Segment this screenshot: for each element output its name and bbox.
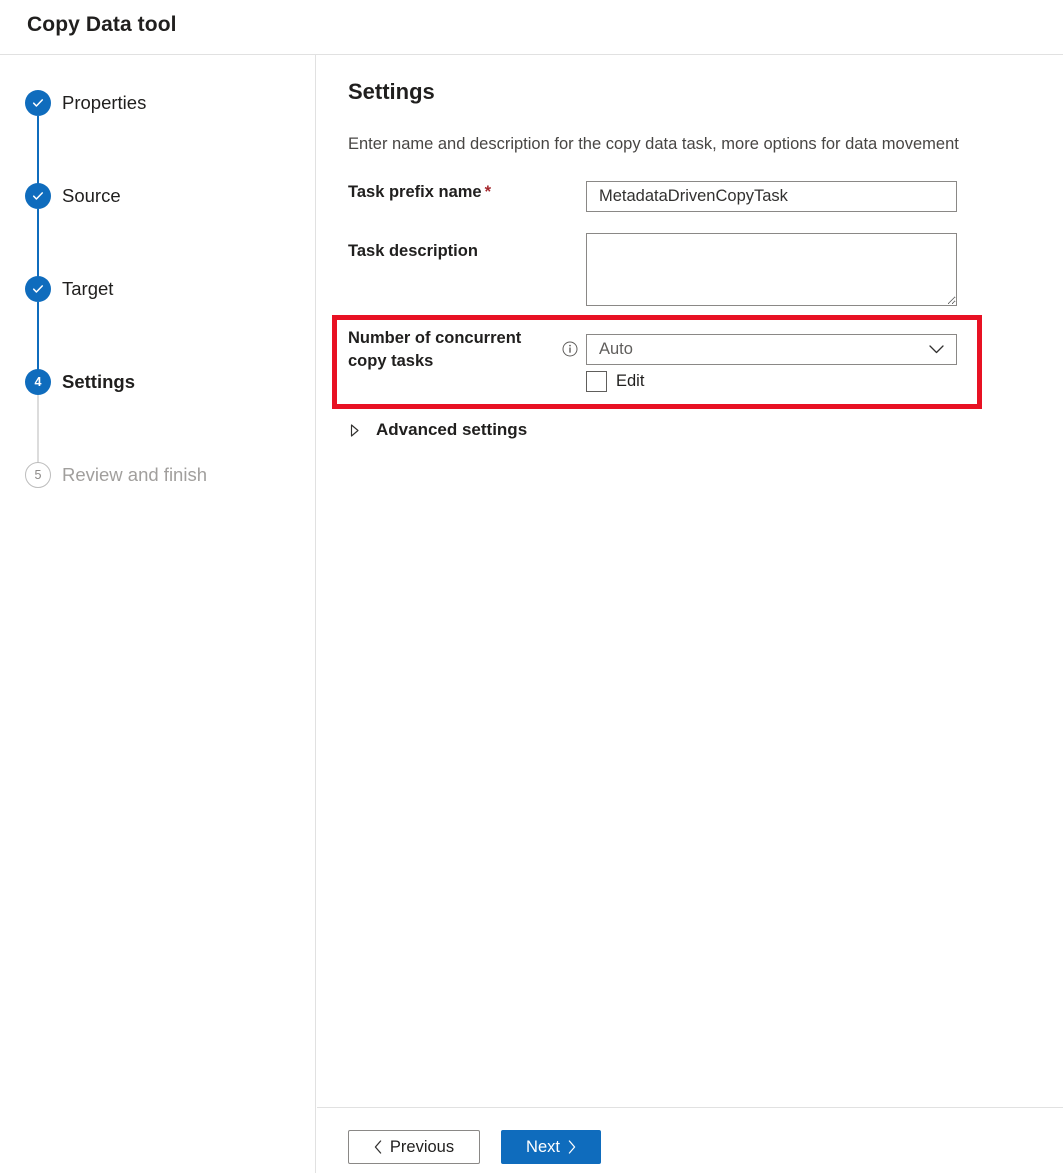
chevron-right-icon (568, 1140, 576, 1154)
next-button[interactable]: Next (501, 1130, 601, 1164)
task-description-textarea[interactable] (586, 233, 957, 306)
task-description-label-text: Task description (348, 242, 478, 260)
edit-checkbox-row[interactable]: Edit (586, 371, 644, 392)
step-number-badge: 4 (25, 369, 51, 395)
concurrent-copy-tasks-label: Number of concurrent copy tasks (348, 327, 568, 373)
edit-checkbox[interactable] (586, 371, 607, 392)
sidebar-step-label: Source (62, 185, 121, 207)
task-prefix-name-label: Task prefix name* (348, 181, 491, 204)
next-button-label: Next (526, 1138, 560, 1157)
previous-button-label: Previous (390, 1138, 454, 1157)
app-title: Copy Data tool (27, 13, 177, 37)
sidebar-step-label: Target (62, 278, 113, 300)
advanced-settings-label: Advanced settings (376, 420, 527, 440)
task-description-label: Task description (348, 240, 478, 263)
concurrent-copy-tasks-label-line2: copy tasks (348, 352, 433, 370)
concurrent-copy-tasks-dropdown[interactable]: Auto (586, 334, 957, 365)
info-icon[interactable] (562, 341, 578, 357)
sidebar-step-properties[interactable]: Properties (25, 89, 146, 117)
wizard-sidebar: Properties Source Target 4 Settings 5 Re… (0, 55, 316, 1173)
chevron-left-icon (374, 1140, 382, 1154)
triangle-right-icon (348, 424, 362, 437)
sidebar-step-label: Review and finish (62, 464, 207, 486)
chevron-down-icon (929, 345, 956, 354)
check-icon (25, 90, 51, 116)
advanced-settings-toggle[interactable]: Advanced settings (348, 420, 527, 440)
edit-checkbox-label: Edit (616, 372, 644, 391)
step-connector-1 (37, 116, 39, 191)
step-connector-2 (37, 209, 39, 285)
sidebar-step-settings[interactable]: 4 Settings (25, 368, 135, 396)
step-connector-3 (37, 302, 39, 378)
sidebar-step-label: Properties (62, 92, 146, 114)
previous-button[interactable]: Previous (348, 1130, 480, 1164)
concurrent-copy-tasks-label-line1: Number of concurrent (348, 329, 521, 347)
step-number-badge: 5 (25, 462, 51, 488)
app-header: Copy Data tool (0, 0, 1063, 55)
sidebar-step-target[interactable]: Target (25, 275, 113, 303)
check-icon (25, 276, 51, 302)
sidebar-step-review-and-finish[interactable]: 5 Review and finish (25, 461, 207, 489)
check-icon (25, 183, 51, 209)
concurrent-copy-tasks-selected-value: Auto (587, 340, 929, 359)
sidebar-step-label: Settings (62, 371, 135, 393)
sidebar-step-source[interactable]: Source (25, 182, 121, 210)
settings-panel: Settings Enter name and description for … (317, 55, 1063, 1107)
page-description: Enter name and description for the copy … (348, 135, 959, 154)
wizard-footer: Previous Next (317, 1107, 1063, 1173)
task-prefix-name-label-text: Task prefix name (348, 183, 482, 201)
task-prefix-name-input[interactable] (586, 181, 957, 212)
page-title: Settings (348, 79, 435, 105)
required-asterisk: * (485, 183, 491, 201)
